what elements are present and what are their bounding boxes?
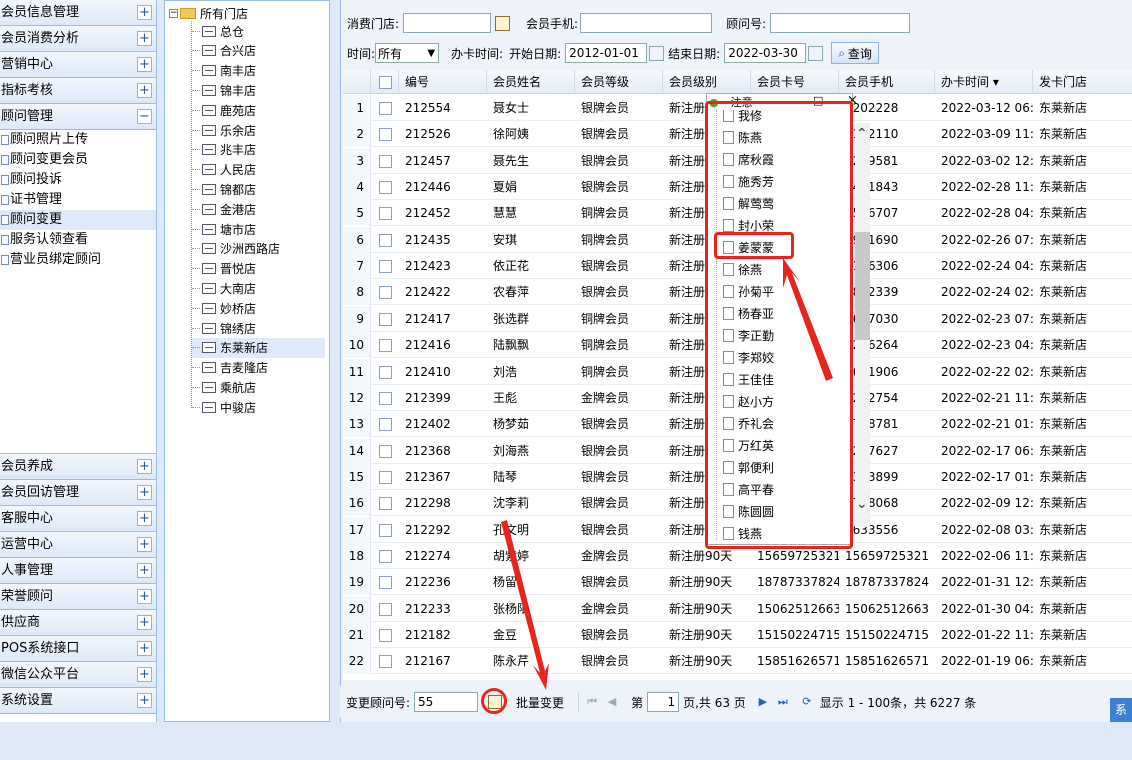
annotation-arrows — [501, 258, 833, 690]
